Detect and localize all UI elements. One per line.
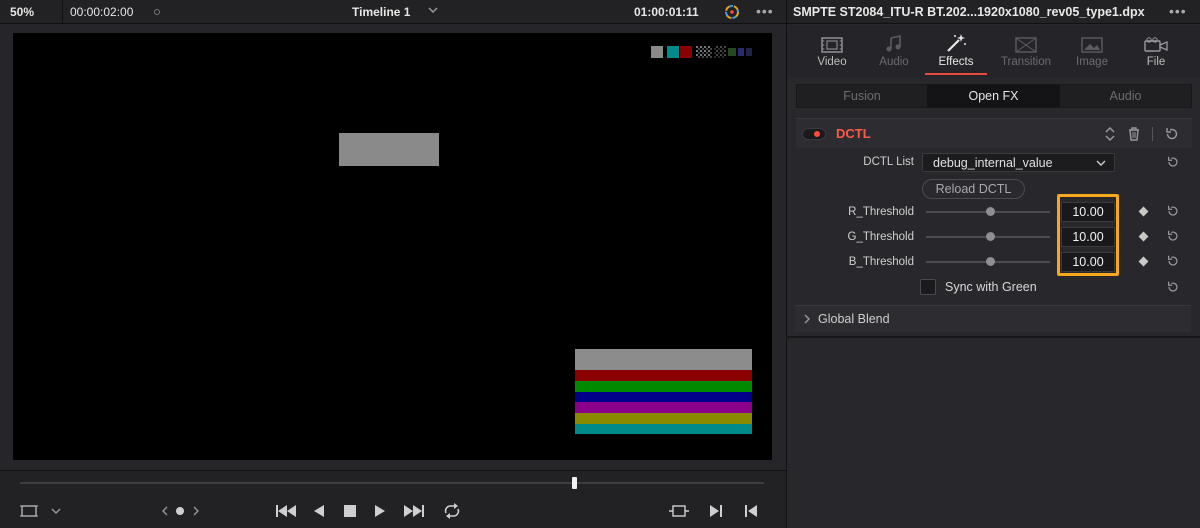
timeline-name[interactable]: Timeline 1 [352, 0, 410, 24]
tab-label: File [1146, 56, 1166, 68]
subtab-openfx[interactable]: Open FX [927, 85, 1060, 107]
match-frame-icon[interactable] [668, 502, 690, 520]
camera-icon [1144, 37, 1168, 52]
timecode-indicator-icon [154, 9, 160, 15]
reset-icon[interactable] [1166, 204, 1180, 218]
play-icon[interactable] [369, 502, 391, 520]
reset-icon[interactable] [1166, 155, 1180, 169]
viewer-header: 50% 00:00:02:00 Timeline 1 01:00:01:11 •… [0, 0, 786, 24]
tab-video[interactable]: Video [797, 25, 867, 77]
bar-cyan [575, 424, 752, 434]
global-blend-section[interactable]: Global Blend [795, 305, 1191, 332]
bar-blue [575, 392, 752, 402]
noise-pattern [696, 46, 752, 58]
clip-file-name: SMPTE ST2084_ITU-R BT.202...1920x1080_re… [793, 5, 1145, 19]
image-icon [1081, 37, 1103, 53]
color-chip [651, 46, 663, 58]
play-reverse-icon[interactable] [308, 502, 330, 520]
video-viewer[interactable] [13, 33, 772, 460]
jog-right-icon[interactable] [185, 502, 207, 520]
record-timecode[interactable]: 01:00:01:11 [634, 0, 699, 24]
previous-edit-icon[interactable] [740, 502, 762, 520]
chevron-right-icon [804, 314, 810, 324]
music-note-icon [886, 35, 901, 52]
tab-file[interactable]: File [1121, 25, 1191, 77]
bar-magenta [575, 402, 752, 413]
global-blend-label: Global Blend [818, 312, 890, 326]
divider [1152, 127, 1153, 141]
inspector-tabs: Video Audio Effects Transition Image Fil… [787, 25, 1200, 77]
effects-subtabs: Fusion Open FX Audio [796, 84, 1192, 108]
subtab-fusion[interactable]: Fusion [797, 85, 927, 107]
gray-patch [339, 133, 439, 166]
next-edit-icon[interactable] [705, 502, 727, 520]
chevron-down-icon [1096, 160, 1106, 166]
tab-audio[interactable]: Audio [859, 25, 929, 77]
reset-icon[interactable] [1166, 254, 1180, 268]
reset-icon[interactable] [1166, 229, 1180, 243]
viewer-mode-icon[interactable] [18, 502, 40, 520]
zoom-level[interactable]: 50% [10, 0, 34, 24]
effect-enable-toggle[interactable] [802, 128, 826, 140]
playhead[interactable] [572, 477, 577, 489]
go-to-end-icon[interactable] [403, 502, 425, 520]
bar-gray [575, 349, 752, 370]
dctl-list-label: DCTL List [863, 156, 914, 168]
chevron-down-icon[interactable] [45, 502, 67, 520]
param-label: R_Threshold [848, 206, 914, 218]
tab-label: Image [1076, 56, 1108, 68]
reset-icon[interactable] [1164, 126, 1180, 142]
bar-red [575, 370, 752, 381]
sync-with-green-label: Sync with Green [945, 280, 1037, 294]
subtab-audio[interactable]: Audio [1060, 85, 1191, 107]
tab-label: Effects [938, 56, 974, 68]
param-label: G_Threshold [847, 231, 914, 243]
divider [62, 0, 63, 24]
tab-label: Video [817, 56, 847, 68]
effect-name[interactable]: DCTL [836, 119, 871, 149]
tab-transition[interactable]: Transition [991, 25, 1061, 77]
trash-icon[interactable] [1126, 126, 1142, 142]
chevron-down-icon[interactable] [428, 5, 438, 15]
more-options-icon[interactable]: ••• [1169, 0, 1187, 22]
filmstrip-icon [821, 37, 843, 53]
tab-label: Audio [879, 56, 909, 68]
loop-icon[interactable] [441, 502, 463, 520]
divider [786, 336, 1200, 338]
scrubber-track[interactable] [20, 482, 764, 484]
reset-icon[interactable] [1166, 280, 1180, 294]
slider-handle[interactable] [985, 257, 995, 266]
sync-with-green-checkbox[interactable] [920, 279, 936, 295]
more-options-icon[interactable]: ••• [756, 0, 774, 22]
reorder-icon[interactable] [1102, 126, 1118, 142]
go-to-start-icon[interactable] [275, 502, 297, 520]
tab-image[interactable]: Image [1057, 25, 1127, 77]
stop-icon[interactable] [339, 502, 361, 520]
color-wheel-icon[interactable] [722, 2, 742, 22]
bar-green [575, 381, 752, 392]
source-timecode[interactable]: 00:00:02:00 [70, 0, 133, 24]
transition-icon [1015, 37, 1037, 53]
active-tab-indicator [925, 73, 987, 75]
tab-label: Transition [1000, 56, 1052, 68]
tab-effects[interactable]: Effects [921, 25, 991, 77]
magic-wand-icon [947, 34, 966, 52]
dctl-list-value: debug_internal_value [933, 156, 1053, 170]
slider-handle[interactable] [985, 232, 995, 241]
bar-yellow [575, 413, 752, 424]
reload-dctl-button[interactable]: Reload DCTL [922, 179, 1025, 199]
value-highlight-box [1057, 194, 1119, 276]
color-bars [575, 349, 752, 434]
transport-bar [0, 470, 786, 528]
effect-header: DCTL [796, 118, 1192, 148]
dctl-list-dropdown[interactable]: debug_internal_value [922, 153, 1115, 172]
slider-handle[interactable] [985, 207, 995, 216]
color-chip [680, 46, 692, 58]
param-label: B_Threshold [848, 256, 914, 268]
color-chip [667, 46, 679, 58]
